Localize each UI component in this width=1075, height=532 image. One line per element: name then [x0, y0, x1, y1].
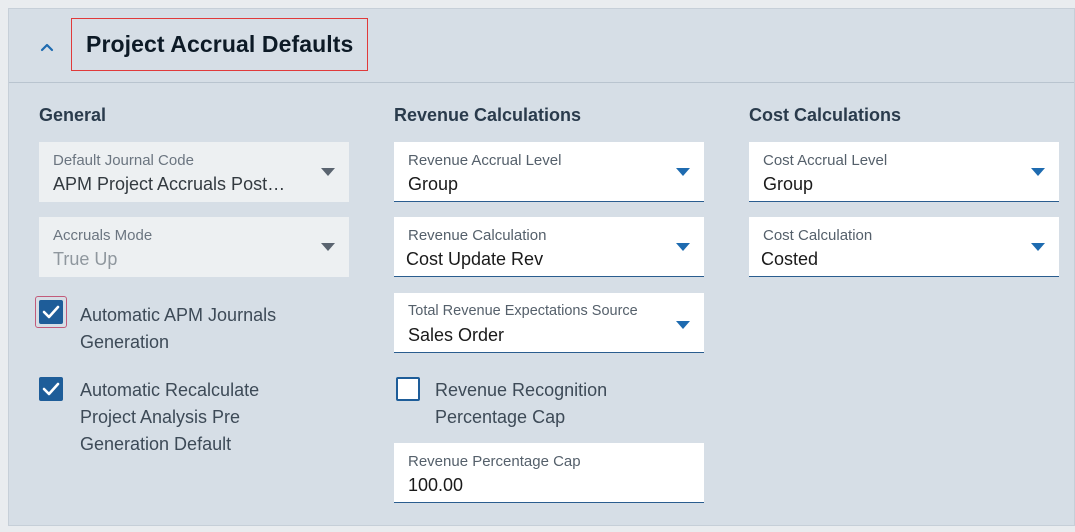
- dropdown-arrow-icon[interactable]: [676, 243, 690, 251]
- dropdown-arrow-icon[interactable]: [676, 168, 690, 176]
- cost-calculation-select[interactable]: Cost Calculation Costed: [749, 217, 1059, 277]
- dropdown-arrow-icon[interactable]: [1031, 243, 1045, 251]
- default-journal-code-select[interactable]: Default Journal Code APM Project Accrual…: [39, 142, 349, 202]
- field-label: Revenue Percentage Cap: [408, 453, 581, 470]
- auto-recalculate-label[interactable]: Automatic Recalculate Project Analysis P…: [80, 377, 259, 458]
- project-accrual-defaults-panel: Project Accrual Defaults General Default…: [8, 8, 1075, 526]
- revenue-percentage-cap-input[interactable]: Revenue Percentage Cap 100.00: [394, 443, 704, 503]
- auto-recalculate-checkbox[interactable]: [39, 377, 63, 401]
- checkmark-icon: [42, 305, 60, 319]
- checkmark-icon: [42, 382, 60, 396]
- field-value: Costed: [761, 249, 819, 269]
- field-label: Revenue Accrual Level: [408, 152, 562, 169]
- auto-apm-journals-label[interactable]: Automatic APM Journals Generation: [80, 302, 276, 356]
- dropdown-arrow-icon[interactable]: [321, 243, 335, 251]
- field-label: Cost Calculation: [763, 227, 873, 244]
- cost-accrual-level-select[interactable]: Cost Accrual Level Group: [749, 142, 1059, 202]
- field-label: Total Revenue Expectations Source: [408, 303, 638, 319]
- field-value: Group: [763, 174, 814, 194]
- revenue-accrual-level-select[interactable]: Revenue Accrual Level Group: [394, 142, 704, 202]
- field-value: Cost Update Rev: [406, 249, 544, 269]
- revenue-recognition-cap-checkbox[interactable]: [396, 377, 420, 401]
- auto-apm-journals-checkbox[interactable]: [39, 300, 63, 324]
- revenue-recognition-cap-label[interactable]: Revenue Recognition Percentage Cap: [435, 377, 607, 431]
- field-label: Cost Accrual Level: [763, 152, 888, 169]
- field-value: Group: [408, 174, 459, 194]
- general-heading: General: [39, 105, 107, 125]
- dropdown-arrow-icon[interactable]: [321, 168, 335, 176]
- accruals-mode-select[interactable]: Accruals Mode True Up: [39, 217, 349, 277]
- field-value: True Up: [53, 249, 118, 269]
- revenue-calculation-select[interactable]: Revenue Calculation Cost Update Rev: [394, 217, 704, 277]
- field-label: Revenue Calculation: [408, 227, 547, 244]
- chevron-up-icon[interactable]: [37, 37, 57, 57]
- cost-calculations-heading: Cost Calculations: [749, 105, 902, 125]
- revenue-calculations-heading: Revenue Calculations: [394, 105, 582, 125]
- page-title: Project Accrual Defaults: [86, 31, 354, 57]
- field-label: Accruals Mode: [53, 227, 153, 244]
- dropdown-arrow-icon[interactable]: [1031, 168, 1045, 176]
- field-value: APM Project Accruals Post…: [53, 174, 286, 194]
- total-revenue-expectations-source-select[interactable]: Total Revenue Expectations Source Sales …: [394, 293, 704, 353]
- field-label: Default Journal Code: [53, 152, 194, 169]
- field-value: Sales Order: [408, 325, 505, 345]
- title-highlight-box: Project Accrual Defaults: [71, 18, 368, 71]
- dropdown-arrow-icon[interactable]: [676, 321, 690, 329]
- panel-header[interactable]: Project Accrual Defaults: [9, 9, 1074, 83]
- field-value: 100.00: [408, 475, 464, 495]
